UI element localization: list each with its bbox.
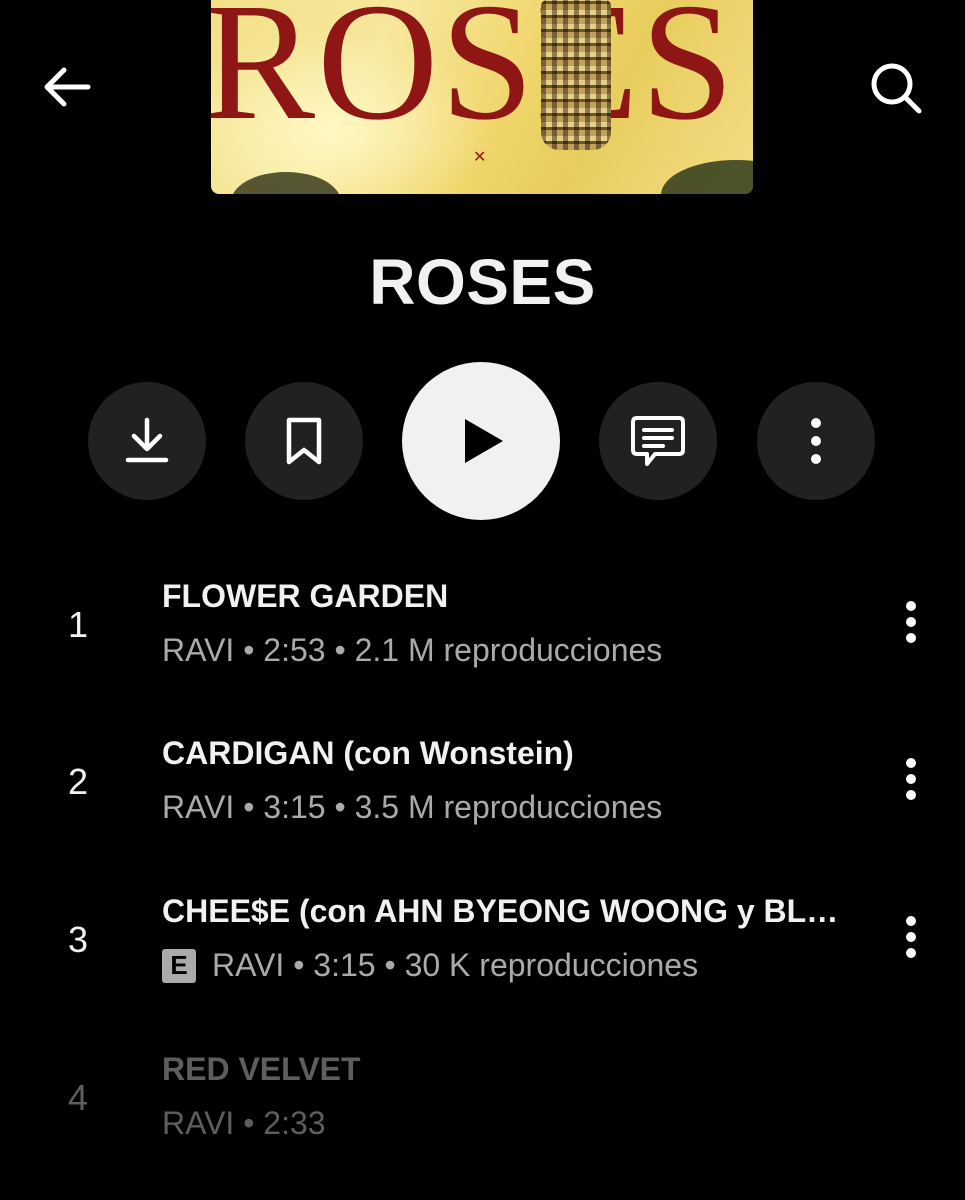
track-duration: 3:15 [313, 947, 376, 983]
track-number: 3 [67, 919, 89, 960]
search-icon [871, 63, 922, 114]
arrow-left-icon [44, 67, 91, 107]
track-duration: 2:33 [263, 1105, 326, 1141]
save-to-library-button[interactable] [245, 382, 363, 500]
track-plays: 2.1 M reproducciones [354, 632, 663, 668]
track-number: 1 [67, 604, 89, 645]
track-row[interactable]: 1 FLOWER GARDEN RAVI • 2:53 • 2.1 M repr… [0, 560, 965, 700]
track-menu-button[interactable] [886, 749, 936, 809]
track-artist: RAVI [162, 789, 235, 825]
track-artist: RAVI [162, 1105, 235, 1141]
track-plays: 30 K reproducciones [404, 947, 699, 983]
track-row[interactable]: 4 RED VELVET RAVI • 2:33 [0, 1033, 965, 1173]
track-title: RED VELVET [162, 1051, 361, 1087]
track-meta: RAVI • 2:33 [162, 1105, 862, 1142]
track-duration: 2:53 [263, 632, 326, 668]
track-meta: E RAVI • 3:15 • 30 K reproducciones [162, 947, 862, 984]
search-button[interactable] [866, 58, 926, 118]
separator: • [325, 632, 355, 668]
track-artist: RAVI [162, 632, 235, 668]
separator: • [234, 632, 264, 668]
track-row[interactable]: 3 CHEE$E (con AHN BYEONG WOONG y BLN… E … [0, 875, 965, 1015]
track-plays: 3.5 M reproducciones [354, 789, 663, 825]
track-title: CARDIGAN (con Wonstein) [162, 735, 574, 771]
track-title: CHEE$E (con AHN BYEONG WOONG y BLN… [162, 893, 858, 929]
more-options-button[interactable] [757, 382, 875, 500]
separator: • [375, 947, 405, 983]
album-cover: ROSES ✕ [211, 0, 753, 194]
more-vertical-icon [811, 418, 821, 464]
cover-logo-icon: ✕ [473, 149, 487, 166]
track-artist: RAVI [212, 947, 285, 983]
track-title: FLOWER GARDEN [162, 578, 449, 614]
separator: • [234, 1105, 264, 1141]
album-cover-text: ROSES [211, 0, 736, 155]
more-vertical-icon [906, 601, 916, 643]
cover-jewel-decoration [541, 0, 611, 150]
track-menu-button[interactable] [886, 907, 936, 967]
play-icon [465, 419, 503, 463]
separator: • [325, 789, 355, 825]
back-button[interactable] [40, 60, 94, 114]
explicit-badge: E [162, 948, 196, 983]
album-title: ROSES [369, 246, 596, 318]
track-menu-button[interactable] [886, 592, 936, 652]
track-number: 2 [67, 761, 89, 802]
track-number: 4 [67, 1077, 89, 1118]
bookmark-icon [286, 417, 322, 465]
more-vertical-icon [906, 916, 916, 958]
track-meta: RAVI • 3:15 • 3.5 M reproducciones [162, 789, 862, 826]
separator: • [234, 789, 264, 825]
play-button[interactable] [402, 362, 560, 520]
separator: • [284, 947, 314, 983]
comments-button[interactable] [599, 382, 717, 500]
more-vertical-icon [906, 758, 916, 800]
download-button[interactable] [88, 382, 206, 500]
track-meta: RAVI • 2:53 • 2.1 M reproducciones [162, 632, 862, 669]
comment-icon [631, 416, 685, 466]
track-duration: 3:15 [263, 789, 326, 825]
track-row[interactable]: 2 CARDIGAN (con Wonstein) RAVI • 3:15 • … [0, 717, 965, 857]
download-icon [125, 417, 169, 463]
